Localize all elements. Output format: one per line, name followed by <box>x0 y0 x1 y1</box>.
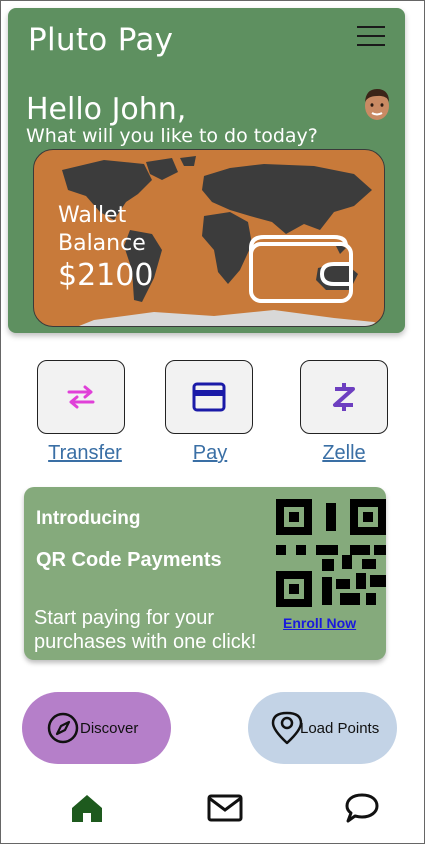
transfer-button[interactable] <box>37 360 125 434</box>
transfer-label[interactable]: Transfer <box>30 442 140 465</box>
wallet-balance-card[interactable]: Wallet Balance $2100 <box>33 149 385 327</box>
load-points-label: Load Points <box>300 719 380 737</box>
promo-heading: Introducing <box>36 508 141 529</box>
location-pin-icon <box>271 711 303 745</box>
nav-chat[interactable] <box>342 790 382 826</box>
promo-body: Start paying for your purchases with one… <box>34 607 257 653</box>
promo-title: QR Code Payments <box>36 549 222 571</box>
greeting-hello: Hello John, <box>26 92 187 127</box>
wallet-icon <box>249 235 353 303</box>
discover-button[interactable]: Discover <box>22 692 171 764</box>
qr-code-icon <box>276 499 386 607</box>
zelle-button[interactable] <box>300 360 388 434</box>
zelle-label[interactable]: Zelle <box>289 442 399 465</box>
wallet-balance-label: Wallet Balance <box>58 202 146 258</box>
greeting-question: What will you like to do today? <box>26 125 318 147</box>
nav-messages[interactable] <box>205 790 245 826</box>
chat-bubble-icon <box>345 793 379 823</box>
mail-icon <box>207 794 243 822</box>
load-points-button[interactable]: Load Points <box>248 692 397 764</box>
discover-label: Discover <box>80 719 139 737</box>
app-title: Pluto Pay <box>28 22 174 58</box>
nav-home[interactable] <box>67 790 107 826</box>
pay-label[interactable]: Pay <box>155 442 265 465</box>
credit-card-icon <box>192 382 226 412</box>
pay-button[interactable] <box>165 360 253 434</box>
user-avatar-icon[interactable] <box>360 86 394 124</box>
wallet-balance-amount: $2100 <box>58 258 154 293</box>
hero-header: Pluto Pay Hello John, What will you like… <box>8 8 405 333</box>
compass-icon <box>47 712 79 744</box>
transfer-arrows-icon <box>67 385 95 409</box>
enroll-now-link[interactable]: Enroll Now <box>283 615 356 631</box>
wallet-label-line1: Wallet <box>58 203 127 228</box>
home-icon <box>72 795 102 822</box>
wallet-label-line2: Balance <box>58 231 146 256</box>
zelle-logo-icon <box>333 383 355 411</box>
qr-promo-card: Introducing QR Code Payments Start payin… <box>24 487 386 660</box>
hamburger-menu-icon[interactable] <box>357 26 385 48</box>
